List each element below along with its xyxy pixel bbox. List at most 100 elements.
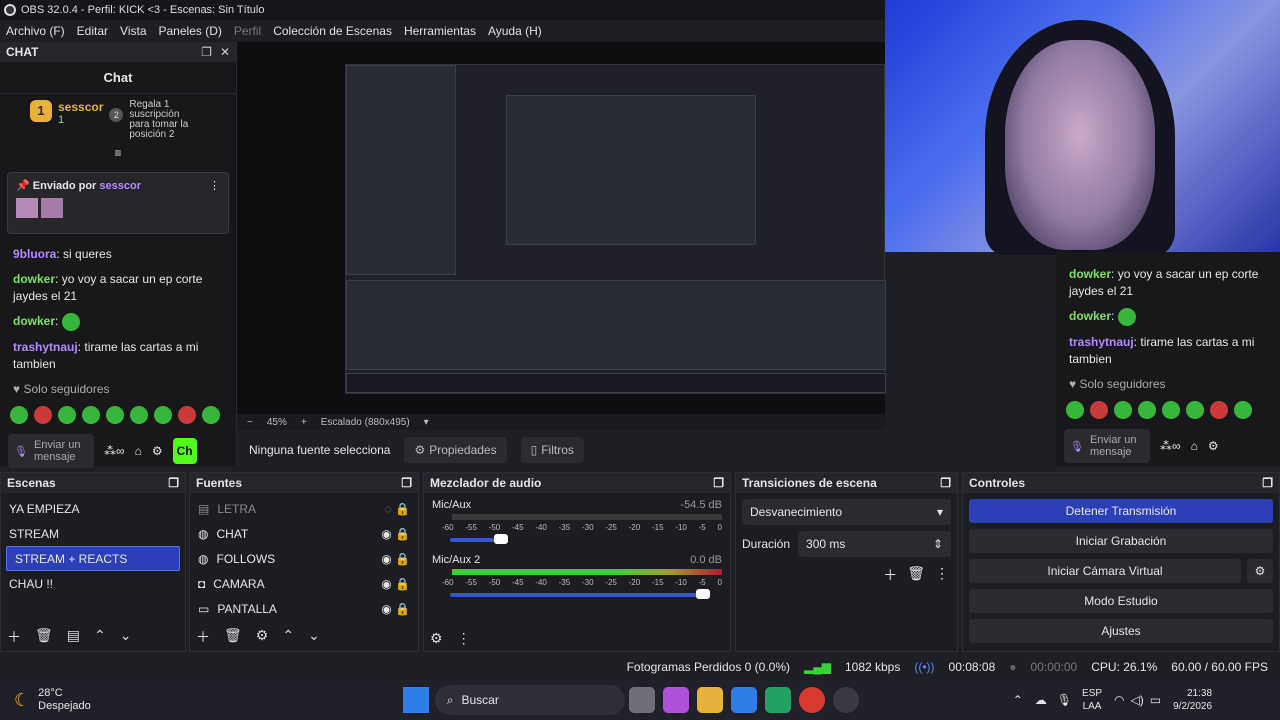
emote-icon[interactable]: [106, 406, 124, 424]
leader-name[interactable]: sesscor: [58, 100, 103, 114]
slider-knob[interactable]: [494, 534, 508, 544]
scene-item[interactable]: CHAU !!: [1, 571, 185, 596]
emote-icon[interactable]: [1162, 401, 1180, 419]
close-icon[interactable]: ✕: [220, 45, 230, 59]
trash-icon[interactable]: 🗑: [907, 565, 925, 585]
emote-icon[interactable]: [34, 406, 52, 424]
clock[interactable]: 21:38 9/2/2026: [1173, 687, 1212, 713]
language-indicator[interactable]: ESP LAA: [1082, 687, 1102, 713]
store-icon[interactable]: ⌂: [135, 444, 142, 458]
studio-mode-button[interactable]: Modo Estudio: [969, 589, 1273, 613]
emote-picker-icon[interactable]: ⁂∞: [104, 444, 125, 458]
scene-item[interactable]: YA EMPIEZA: [1, 496, 185, 521]
source-item[interactable]: ▭ PANTALLA ◉ 🔒: [190, 596, 418, 621]
settings-icon[interactable]: ⚙: [152, 444, 163, 458]
excel-icon[interactable]: [764, 687, 791, 713]
vcam-settings-button[interactable]: ⚙: [1247, 559, 1273, 583]
menu-ayuda[interactable]: Ayuda (H): [482, 24, 548, 38]
emote-icon[interactable]: [1210, 401, 1228, 419]
menu-editar[interactable]: Editar: [71, 24, 114, 38]
emote-icon[interactable]: [58, 406, 76, 424]
chat-user[interactable]: trashytnauj: [13, 340, 78, 354]
up-icon[interactable]: ⌃: [94, 627, 106, 647]
advanced-audio-icon[interactable]: ⚙: [430, 630, 443, 647]
settings-icon[interactable]: ⚙: [1208, 439, 1219, 453]
more-icon[interactable]: ⋮: [457, 630, 471, 647]
mic-icon[interactable]: 🎙: [14, 445, 28, 458]
chat-input[interactable]: 🎙 Enviar un mensaje: [8, 434, 94, 468]
eye-hidden-icon[interactable]: ◌: [385, 502, 392, 516]
eye-icon[interactable]: ◉: [381, 602, 391, 616]
task-view-icon[interactable]: [628, 687, 655, 713]
eye-icon[interactable]: ◉: [381, 577, 391, 591]
scene-item[interactable]: STREAM: [1, 521, 185, 546]
menu-archivo[interactable]: Archivo (F): [0, 24, 71, 38]
properties-button[interactable]: ⚙ Propiedades: [404, 437, 507, 463]
float-icon[interactable]: ❐: [1262, 476, 1273, 490]
expand-icon[interactable]: ≡: [0, 146, 236, 160]
chat-input[interactable]: 🎙 Enviar un mensaje: [1064, 429, 1150, 463]
filter-icon[interactable]: ▤: [67, 627, 80, 647]
float-icon[interactable]: ❐: [713, 476, 724, 490]
chat-send-button[interactable]: Ch: [172, 438, 197, 464]
emote-picker-icon[interactable]: ⁂∞: [1160, 439, 1181, 453]
stop-stream-button[interactable]: Detener Transmisión: [969, 499, 1273, 523]
volume-slider[interactable]: [450, 589, 710, 599]
chat-user[interactable]: dowker: [1069, 267, 1111, 281]
more-icon[interactable]: ⋮: [209, 179, 220, 192]
emote-icon[interactable]: [154, 406, 172, 424]
trash-icon[interactable]: 🗑: [35, 627, 53, 647]
battery-icon[interactable]: ▭: [1150, 693, 1161, 707]
float-icon[interactable]: ❐: [940, 476, 951, 490]
emote-icon[interactable]: [10, 406, 28, 424]
lock-icon[interactable]: 🔒: [395, 527, 410, 541]
gear-icon[interactable]: ⚙: [256, 627, 269, 647]
obs-taskbar-icon[interactable]: [832, 687, 859, 713]
source-item[interactable]: ◍ FOLLOWS ◉ 🔒: [190, 546, 418, 571]
lock-icon[interactable]: 🔒: [395, 577, 410, 591]
search-box[interactable]: ⌕ Buscar: [434, 685, 625, 715]
filters-button[interactable]: ▯ Filtros: [520, 437, 584, 463]
chevron-down-icon[interactable]: ▾: [424, 417, 429, 428]
slider-knob[interactable]: [696, 589, 710, 599]
wifi-icon[interactable]: ◠: [1114, 693, 1124, 707]
lock-icon[interactable]: 🔒: [395, 602, 410, 616]
chrome-icon[interactable]: [798, 687, 825, 713]
emote-icon[interactable]: [1234, 401, 1252, 419]
copilot-icon[interactable]: [662, 687, 689, 713]
emote-icon[interactable]: [82, 406, 100, 424]
down-icon[interactable]: ⌄: [308, 627, 320, 647]
photoshop-icon[interactable]: [730, 687, 757, 713]
settings-button[interactable]: Ajustes: [969, 619, 1273, 643]
chat-user[interactable]: trashytnauj: [1069, 335, 1134, 349]
scale-label[interactable]: Escalado (880x495): [321, 417, 410, 428]
windows-start-icon[interactable]: [402, 687, 429, 713]
zoom-out-icon[interactable]: −: [247, 417, 253, 428]
store-icon[interactable]: ⌂: [1191, 439, 1198, 453]
chevron-up-icon[interactable]: ⌃: [1013, 693, 1023, 707]
mic-icon[interactable]: 🎙: [1070, 440, 1084, 453]
duration-input[interactable]: 300 ms ⇕: [798, 531, 951, 557]
transition-select[interactable]: Desvanecimiento ▾: [742, 499, 951, 525]
emote-icon[interactable]: [130, 406, 148, 424]
trash-icon[interactable]: 🗑: [224, 627, 242, 647]
float-icon[interactable]: ❐: [168, 476, 179, 490]
menu-herramientas[interactable]: Herramientas: [398, 24, 482, 38]
menu-paneles[interactable]: Paneles (D): [153, 24, 228, 38]
emote-icon[interactable]: [1138, 401, 1156, 419]
virtual-camera-button[interactable]: Iniciar Cámara Virtual: [969, 559, 1241, 583]
eye-icon[interactable]: ◉: [381, 552, 391, 566]
emote-icon[interactable]: [1066, 401, 1084, 419]
scene-item-selected[interactable]: STREAM + REACTS: [6, 546, 180, 571]
emote-icon[interactable]: [178, 406, 196, 424]
source-item[interactable]: ◍ CHAT ◉ 🔒: [190, 521, 418, 546]
float-icon[interactable]: ❐: [401, 476, 412, 490]
source-item[interactable]: ▤ LETRA ◌ 🔒: [190, 496, 418, 521]
pinned-user[interactable]: sesscor: [99, 180, 141, 192]
mic-icon[interactable]: 🎙: [1057, 693, 1072, 707]
start-recording-button[interactable]: Iniciar Grabación: [969, 529, 1273, 553]
volume-icon[interactable]: ◁): [1131, 693, 1144, 707]
volume-slider[interactable]: [450, 534, 508, 544]
more-icon[interactable]: ⋮: [935, 565, 949, 585]
emote-icon[interactable]: [1114, 401, 1132, 419]
